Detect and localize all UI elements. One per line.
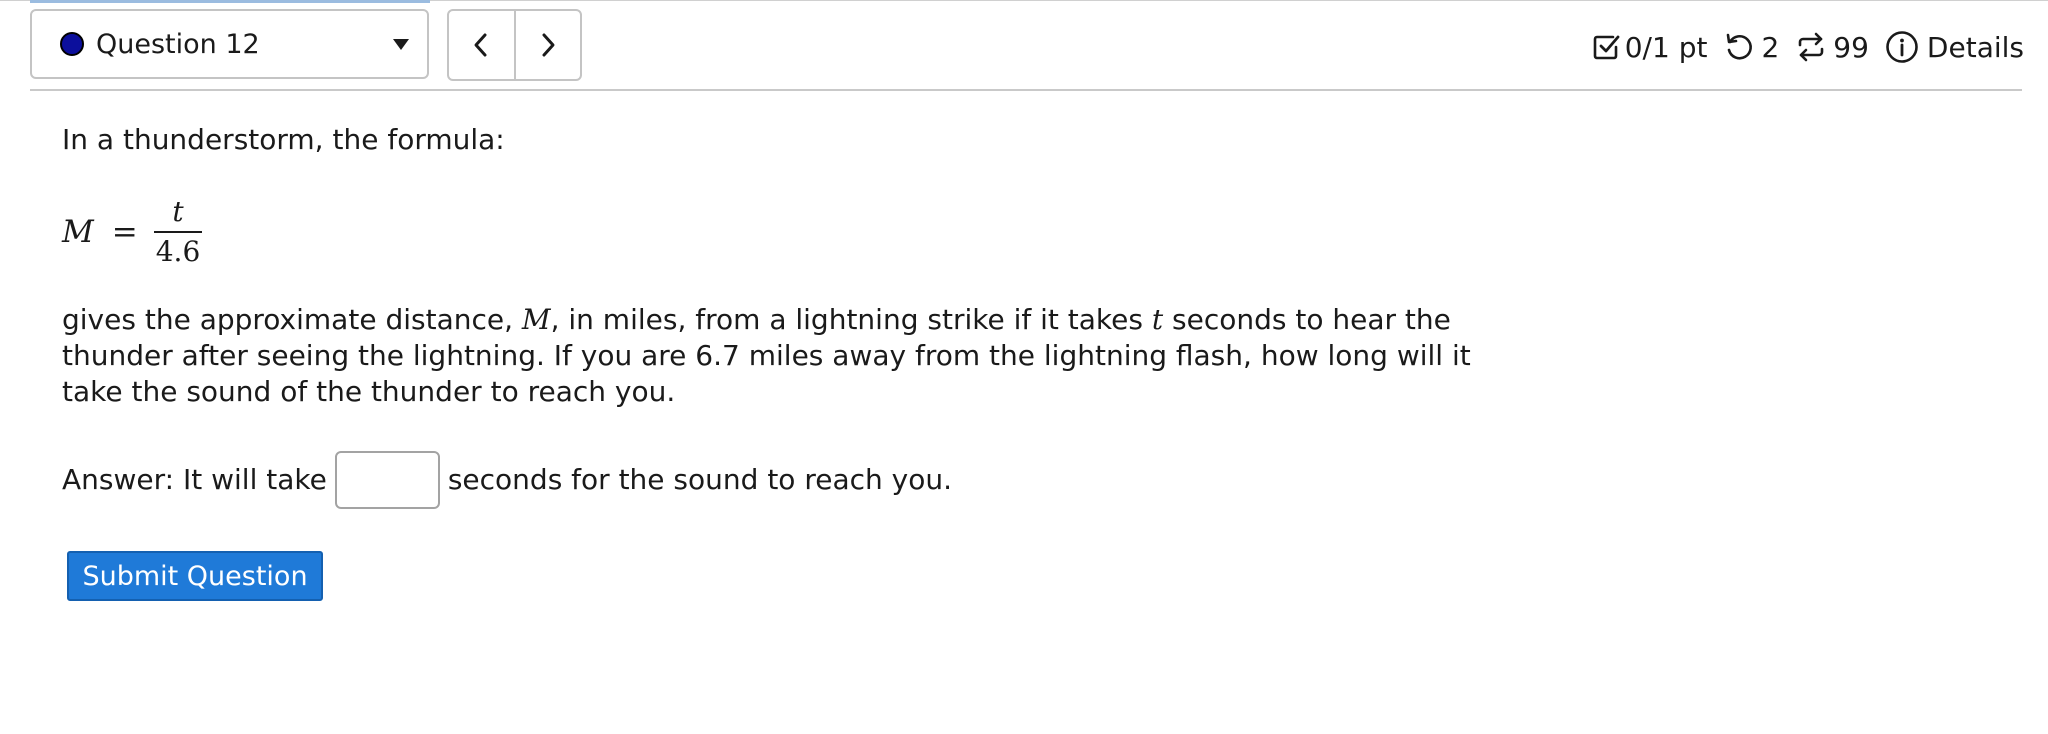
answer-suffix: seconds for the sound to reach you.	[447, 463, 952, 496]
answer-row: Answer: It will take seconds for the sou…	[62, 450, 1482, 510]
next-question-button[interactable]	[513, 11, 581, 79]
attempts-count: 99	[1833, 30, 1869, 64]
details-label: Details	[1926, 30, 2024, 64]
repeat-icon	[1798, 32, 1824, 62]
checkbox-icon	[1593, 35, 1620, 60]
formula-lhs: M	[62, 214, 94, 250]
attempts-indicator: 99	[1795, 31, 1869, 64]
question-nav	[447, 9, 582, 81]
question-meta: 0/1 pt 2 99 Details	[1591, 24, 2024, 70]
desc-part-1: gives the approximate distance,	[62, 303, 522, 336]
undo-icon	[1727, 33, 1753, 60]
question-selector[interactable]: Question 12	[30, 9, 429, 79]
desc-part-2: , in miles, from a lightning strike if i…	[550, 303, 1152, 336]
retries-indicator: 2	[1723, 31, 1779, 64]
chevron-left-icon	[474, 33, 487, 57]
header-divider	[30, 89, 2022, 91]
desc-var-m: M	[521, 303, 551, 336]
desc-var-t: t	[1151, 303, 1164, 336]
fraction-bar	[154, 231, 202, 233]
answer-input[interactable]	[334, 451, 440, 509]
retries-count: 2	[1761, 30, 1780, 64]
info-icon	[1886, 31, 1918, 63]
question-intro: In a thunderstorm, the formula:	[62, 123, 505, 156]
formula-numerator: t	[172, 195, 184, 228]
details-button[interactable]: Details	[1885, 30, 2024, 64]
question-status-dot	[60, 32, 84, 56]
formula-denominator: 4.6	[155, 235, 201, 268]
score-text: 0/1 pt	[1624, 30, 1708, 64]
question-label: Question 12	[96, 28, 260, 60]
question-body: In a thunderstorm, the formula: M = t 4.…	[62, 122, 1482, 510]
caret-down-icon	[393, 38, 409, 50]
page: Question 12 0/1 pt 2 99 Details In a thu…	[0, 0, 2048, 734]
answer-prefix: Answer: It will take	[62, 463, 327, 496]
previous-question-button[interactable]	[449, 11, 514, 79]
score-indicator: 0/1 pt	[1591, 30, 1708, 64]
formula: M = t 4.6	[62, 192, 1482, 272]
formula-fraction: t 4.6	[152, 195, 205, 269]
formula-equals: =	[111, 214, 138, 250]
chevron-right-icon	[542, 33, 555, 57]
submit-question-button[interactable]: Submit Question	[67, 551, 323, 601]
top-accent-bar	[30, 0, 430, 3]
question-description: gives the approximate distance, M, in mi…	[62, 302, 1482, 410]
